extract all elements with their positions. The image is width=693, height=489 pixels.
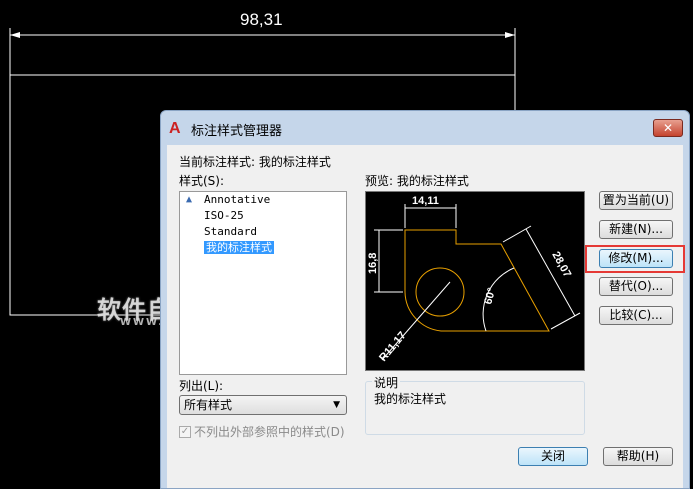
dialog-body: 当前标注样式: 我的标注样式 样式(S): ▲ Annotative ISO-25… bbox=[167, 145, 685, 488]
dimension-style-manager-dialog: A 标注样式管理器 ✕ 当前标注样式: 我的标注样式 样式(S): ▲ Annot… bbox=[160, 110, 690, 489]
description-group: 说明 我的标注样式 bbox=[365, 374, 585, 435]
checkbox-check-icon: ✓ bbox=[179, 425, 191, 438]
dimension-text: 98,31 bbox=[240, 10, 283, 29]
annotative-icon: ▲ bbox=[186, 194, 193, 205]
highlight-box bbox=[585, 245, 685, 273]
list-item[interactable]: Standard bbox=[180, 224, 346, 240]
override-button[interactable]: 替代(O)... bbox=[599, 277, 673, 296]
list-item[interactable]: ▲ Annotative bbox=[180, 192, 346, 208]
current-style-label: 当前标注样式: 我的标注样式 bbox=[179, 155, 331, 169]
exclude-xref-checkbox[interactable]: ✓ 不列出外部参照中的样式(D) bbox=[179, 423, 345, 440]
styles-list[interactable]: ▲ Annotative ISO-25 Standard 我的标注样式 bbox=[179, 191, 347, 375]
help-button[interactable]: 帮助(H) bbox=[603, 447, 673, 466]
dialog-title: 标注样式管理器 bbox=[191, 123, 283, 139]
close-icon[interactable]: ✕ bbox=[653, 119, 683, 137]
preview-dim-left: 16,8 bbox=[367, 253, 379, 274]
list-item-selected[interactable]: 我的标注样式 bbox=[180, 240, 346, 256]
title-bar[interactable]: A 标注样式管理器 bbox=[161, 111, 689, 147]
preview-shape bbox=[404, 229, 550, 332]
close-button[interactable]: 关闭 bbox=[518, 447, 588, 466]
preview-dim-top: 14,11 bbox=[412, 195, 439, 207]
dim-arrow-left bbox=[10, 32, 20, 38]
preview-label: 预览: 我的标注样式 bbox=[365, 174, 469, 188]
autocad-logo-icon: A bbox=[169, 120, 181, 137]
description-legend: 说明 bbox=[372, 374, 401, 391]
list-label: 列出(L): bbox=[179, 379, 224, 393]
list-item[interactable]: ISO-25 bbox=[180, 208, 346, 224]
preview-pane: 14,11 16,8 28,07 60° R11,17 bbox=[365, 191, 585, 371]
new-button[interactable]: 新建(N)... bbox=[599, 220, 673, 239]
compare-button[interactable]: 比较(C)... bbox=[599, 306, 673, 325]
styles-label: 样式(S): bbox=[179, 174, 225, 188]
list-filter-value: 所有样式 bbox=[184, 398, 233, 412]
list-filter-select[interactable]: 所有样式 ▼ bbox=[179, 395, 347, 415]
preview-dim-radius: R11,17 bbox=[377, 329, 409, 363]
preview-dim-right: 28,07 bbox=[549, 250, 573, 280]
preview-dim-angle: 60° bbox=[482, 287, 498, 306]
description-text: 我的标注样式 bbox=[374, 392, 447, 406]
chevron-down-icon: ▼ bbox=[333, 400, 340, 410]
set-current-button[interactable]: 置为当前(U) bbox=[599, 191, 673, 210]
dim-arrow-right bbox=[505, 32, 515, 38]
exclude-xref-label: 不列出外部参照中的样式(D) bbox=[194, 425, 345, 439]
